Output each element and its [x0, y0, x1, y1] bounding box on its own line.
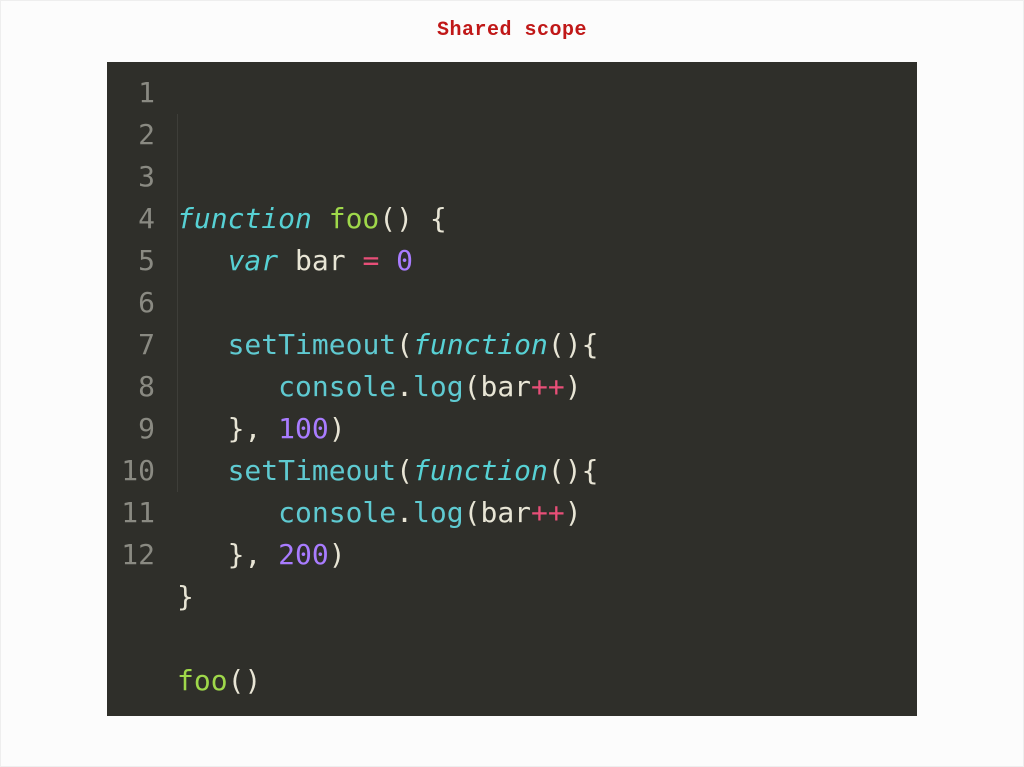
code-token: }: [177, 580, 194, 613]
code-token: ): [244, 664, 261, 697]
code-token: .: [396, 370, 413, 403]
code-token: foo: [329, 202, 380, 235]
line-number: 6: [113, 282, 155, 324]
code-editor: 123456789101112 function foo() { var bar…: [107, 62, 917, 716]
code-token: [278, 244, 295, 277]
code-token: [177, 538, 228, 571]
code-token: 200: [278, 538, 329, 571]
code-token: function: [177, 202, 312, 235]
code-token: (: [396, 328, 413, 361]
code-token: setTimeout: [228, 328, 397, 361]
code-token: [177, 328, 228, 361]
code-token: bar: [295, 244, 346, 277]
code-line: foo(): [177, 660, 899, 702]
line-number: 5: [113, 240, 155, 282]
code-token: var: [228, 244, 279, 277]
code-token: log: [413, 496, 464, 529]
code-line: setTimeout(function(){: [177, 324, 899, 366]
code-line: }, 200): [177, 534, 899, 576]
code-token: [177, 244, 228, 277]
line-number: 8: [113, 366, 155, 408]
code-token: [312, 202, 329, 235]
code-line: [177, 282, 899, 324]
code-line: var bar = 0: [177, 240, 899, 282]
code-token: (: [464, 370, 481, 403]
code-token: [379, 244, 396, 277]
code-token: ): [565, 496, 582, 529]
code-token: ): [329, 412, 346, 445]
code-token: [177, 412, 228, 445]
code-token: (: [396, 454, 413, 487]
line-number: 2: [113, 114, 155, 156]
code-token: =: [362, 244, 379, 277]
line-number: 3: [113, 156, 155, 198]
code-token: function: [413, 328, 548, 361]
code-line: setTimeout(function(){: [177, 450, 899, 492]
code-token: [346, 244, 363, 277]
indent-guide: [177, 114, 178, 492]
slide-title: Shared scope: [1, 1, 1023, 62]
code-token: ,: [244, 538, 261, 571]
code-token: {: [582, 454, 599, 487]
code-token: [261, 538, 278, 571]
code-line: console.log(bar++): [177, 492, 899, 534]
code-token: ): [329, 538, 346, 571]
code-token: foo: [177, 664, 228, 697]
code-token: ++: [531, 370, 565, 403]
code-token: ): [565, 454, 582, 487]
code-line: console.log(bar++): [177, 366, 899, 408]
code-token: (: [464, 496, 481, 529]
line-number-gutter: 123456789101112: [107, 62, 165, 716]
slide: Shared scope 123456789101112 function fo…: [0, 0, 1024, 767]
code-token: [413, 202, 430, 235]
code-token: (: [379, 202, 396, 235]
code-token: }: [228, 412, 245, 445]
code-token: bar: [480, 496, 531, 529]
code-token: (: [548, 454, 565, 487]
code-token: {: [582, 328, 599, 361]
code-token: ): [565, 328, 582, 361]
code-area: function foo() { var bar = 0 setTimeout(…: [165, 62, 917, 716]
code-token: ++: [531, 496, 565, 529]
code-token: 100: [278, 412, 329, 445]
code-token: ): [396, 202, 413, 235]
code-token: console: [278, 496, 396, 529]
code-token: .: [396, 496, 413, 529]
code-token: setTimeout: [228, 454, 397, 487]
line-number: 1: [113, 72, 155, 114]
line-number: 12: [113, 534, 155, 576]
code-line: [177, 618, 899, 660]
line-number: 4: [113, 198, 155, 240]
code-line: }, 100): [177, 408, 899, 450]
code-token: [177, 496, 278, 529]
line-number: 10: [113, 450, 155, 492]
code-token: bar: [480, 370, 531, 403]
code-token: 0: [396, 244, 413, 277]
code-token: }: [228, 538, 245, 571]
code-token: console: [278, 370, 396, 403]
code-token: (: [548, 328, 565, 361]
code-token: [177, 370, 278, 403]
code-token: log: [413, 370, 464, 403]
code-token: ): [565, 370, 582, 403]
line-number: 9: [113, 408, 155, 450]
code-line: function foo() {: [177, 198, 899, 240]
code-token: (: [228, 664, 245, 697]
code-token: function: [413, 454, 548, 487]
code-token: {: [430, 202, 447, 235]
line-number: 7: [113, 324, 155, 366]
line-number: 11: [113, 492, 155, 534]
code-token: [177, 454, 228, 487]
code-line: }: [177, 576, 899, 618]
code-token: ,: [244, 412, 261, 445]
code-token: [261, 412, 278, 445]
